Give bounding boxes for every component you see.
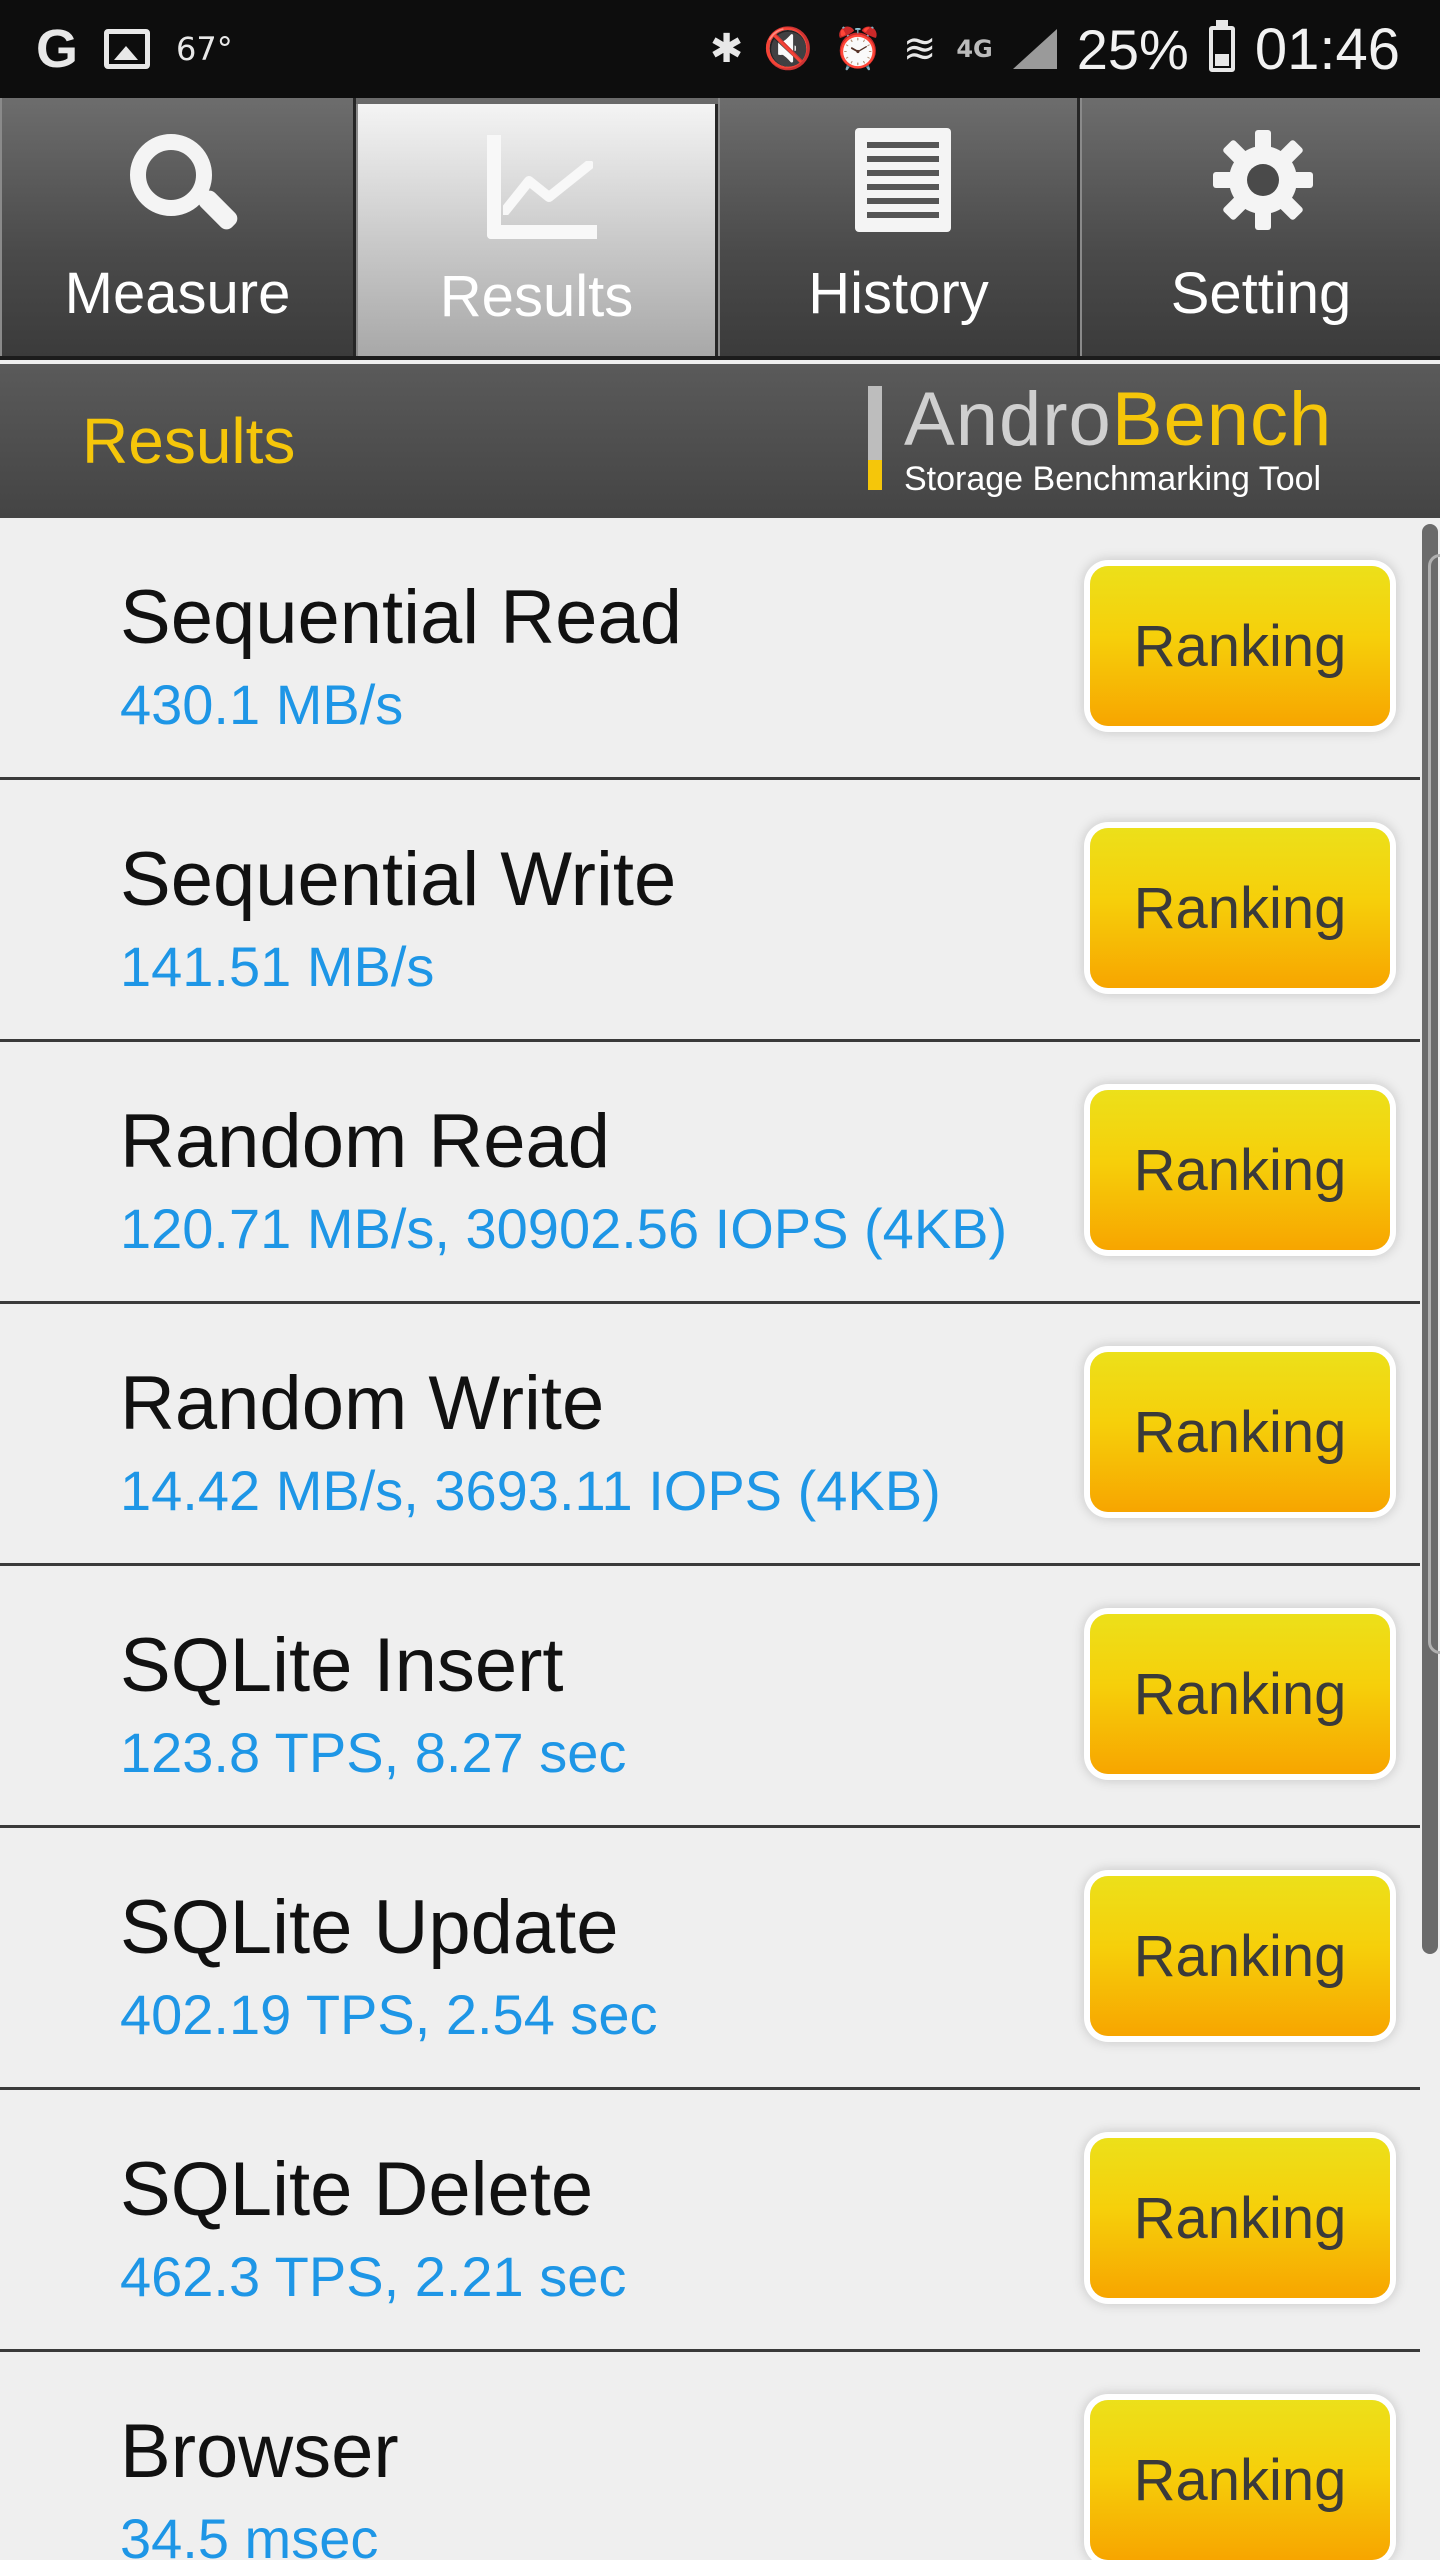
ranking-button[interactable]: Ranking (1090, 828, 1390, 988)
result-row-sequential-read: Sequential Read 430.1 MB/s Ranking (0, 518, 1420, 780)
magnifier-icon (118, 128, 241, 238)
network-type-label: 4G (956, 35, 993, 63)
ranking-button-label: Ranking (1133, 1923, 1347, 1989)
tab-label: Measure (64, 260, 291, 326)
gear-icon (1201, 128, 1321, 238)
status-right-group: ✱ 🔇 ⏰ ≋ 4G 25% 01:46 (710, 0, 1400, 98)
ranking-button[interactable]: Ranking (1090, 1614, 1390, 1774)
logo-bar-icon (868, 386, 882, 490)
result-value: 14.42 MB/s, 3693.11 IOPS (4KB) (120, 1459, 941, 1522)
ranking-button-label: Ranking (1133, 875, 1347, 941)
tab-setting[interactable]: Setting (1080, 98, 1440, 356)
ranking-button-label: Ranking (1133, 2447, 1347, 2513)
result-row-sequential-write: Sequential Write 141.51 MB/s Ranking (0, 780, 1420, 1042)
results-header: Results AndroBench Storage Benchmarking … (0, 364, 1440, 518)
page-title: Results (82, 405, 296, 477)
mute-icon: 🔇 (763, 26, 814, 72)
status-left-group: G 67° (36, 0, 233, 98)
result-title: SQLite Delete (120, 2147, 594, 2232)
ranking-button-label: Ranking (1133, 1137, 1347, 1203)
ranking-button[interactable]: Ranking (1090, 1090, 1390, 1250)
status-bar: G 67° ✱ 🔇 ⏰ ≋ 4G 25% 01:46 (0, 0, 1440, 98)
result-title: Browser (120, 2409, 399, 2494)
chart-icon (477, 131, 597, 241)
result-row-sqlite-update: SQLite Update 402.19 TPS, 2.54 sec Ranki… (0, 1828, 1420, 2090)
result-title: SQLite Update (120, 1885, 619, 1970)
result-row-sqlite-insert: SQLite Insert 123.8 TPS, 8.27 sec Rankin… (0, 1566, 1420, 1828)
tab-label: Setting (1170, 260, 1352, 326)
result-value: 462.3 TPS, 2.21 sec (120, 2245, 627, 2308)
scroll-edge-glow (1428, 554, 1440, 1654)
logo-bench: Bench (1111, 377, 1333, 462)
ranking-button-label: Ranking (1133, 613, 1347, 679)
ranking-button[interactable]: Ranking (1090, 566, 1390, 726)
logo-name: AndroBench (904, 376, 1332, 463)
result-value: 120.71 MB/s, 30902.56 IOPS (4KB) (120, 1197, 1008, 1260)
result-row-sqlite-delete: SQLite Delete 462.3 TPS, 2.21 sec Rankin… (0, 2090, 1420, 2352)
ranking-button-label: Ranking (1133, 1399, 1347, 1465)
tab-label: History (808, 260, 989, 326)
clock: 01:46 (1254, 16, 1400, 82)
ranking-button[interactable]: Ranking (1090, 1876, 1390, 2036)
result-title: Random Read (120, 1099, 611, 1184)
result-title: SQLite Insert (120, 1623, 564, 1708)
logo-tagline: Storage Benchmarking Tool (904, 460, 1322, 498)
alarm-icon: ⏰ (833, 26, 883, 72)
battery-percent: 25% (1076, 17, 1189, 81)
ranking-button[interactable]: Ranking (1090, 1352, 1390, 1512)
battery-icon (1208, 20, 1235, 72)
ranking-button-label: Ranking (1133, 1661, 1347, 1727)
logo-andro: Andro (904, 377, 1112, 462)
tab-measure[interactable]: Measure (0, 98, 356, 356)
result-value: 402.19 TPS, 2.54 sec (120, 1983, 658, 2046)
google-icon: G (36, 19, 79, 79)
document-icon (839, 127, 959, 238)
result-title: Sequential Read (120, 575, 682, 660)
tab-bar: Measure Results History Setting (0, 98, 1440, 360)
results-list[interactable]: Sequential Read 430.1 MB/s Ranking Seque… (0, 518, 1420, 2560)
result-title: Random Write (120, 1361, 605, 1446)
tab-history[interactable]: History (718, 98, 1080, 356)
result-value: 141.51 MB/s (120, 935, 435, 998)
list-scrollbar[interactable] (1420, 524, 1440, 2560)
result-value: 430.1 MB/s (120, 673, 404, 736)
temperature-label: 67° (176, 30, 233, 68)
wifi-icon: ≋ (902, 26, 937, 72)
ranking-button[interactable]: Ranking (1090, 2400, 1390, 2560)
result-value: 34.5 msec (120, 2507, 379, 2560)
image-icon (104, 29, 151, 69)
result-row-random-write: Random Write 14.42 MB/s, 3693.11 IOPS (4… (0, 1304, 1420, 1566)
ranking-button[interactable]: Ranking (1090, 2138, 1390, 2298)
result-row-random-read: Random Read 120.71 MB/s, 30902.56 IOPS (… (0, 1042, 1420, 1304)
bluetooth-icon: ✱ (709, 26, 744, 72)
result-row-browser: Browser 34.5 msec Ranking (0, 2352, 1420, 2560)
result-value: 123.8 TPS, 8.27 sec (120, 1721, 627, 1784)
signal-icon (1012, 29, 1057, 69)
tab-results[interactable]: Results (356, 104, 718, 356)
result-title: Sequential Write (120, 837, 677, 922)
ranking-button-label: Ranking (1133, 2185, 1347, 2251)
tab-label: Results (439, 263, 634, 329)
androbench-logo: AndroBench Storage Benchmarking Tool (868, 377, 1408, 500)
